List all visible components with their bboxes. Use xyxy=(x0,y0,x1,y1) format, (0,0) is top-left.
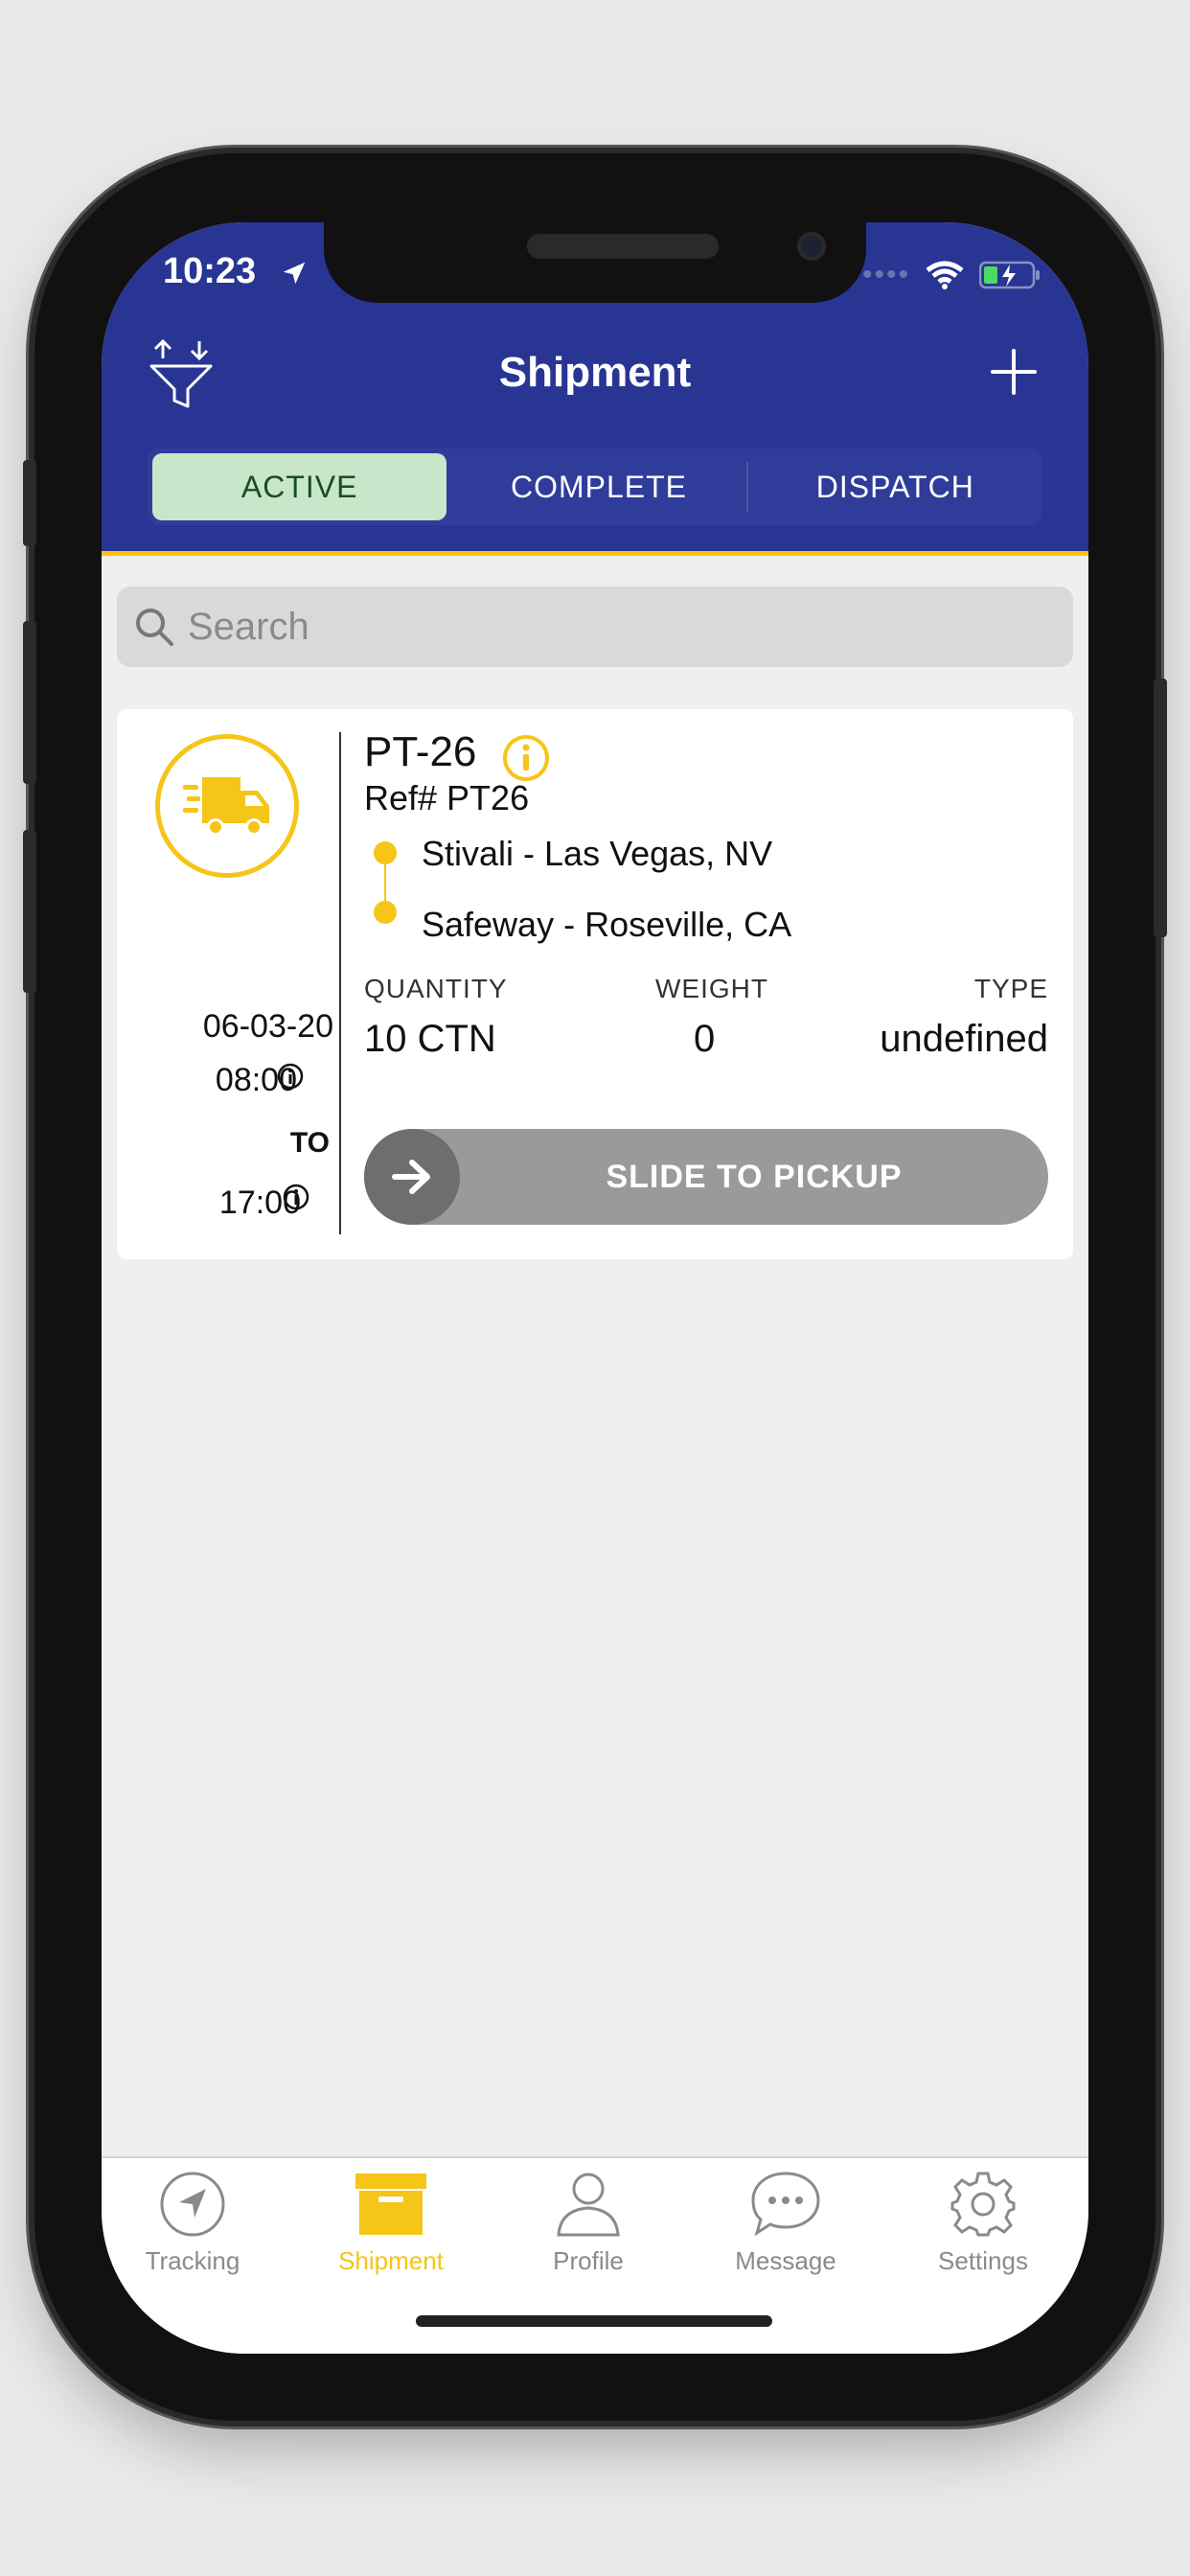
weight-value: 0 xyxy=(694,1018,716,1060)
route-destination: Safeway - Roseville, CA xyxy=(422,905,792,944)
type-label: TYPE xyxy=(973,974,1048,1003)
truck-badge xyxy=(155,734,299,878)
tabbar-message[interactable]: Message xyxy=(699,2166,872,2276)
quantity-label: QUANTITY xyxy=(364,974,508,1003)
side-button-power xyxy=(1154,678,1167,937)
add-shipment-button[interactable] xyxy=(989,347,1039,397)
location-arrow-icon xyxy=(283,262,306,285)
route-destination-dot xyxy=(374,901,397,924)
start-time-info-icon[interactable] xyxy=(276,1062,305,1091)
side-button-volume-down xyxy=(23,830,36,993)
shipment-info-icon[interactable] xyxy=(502,734,550,782)
shipment-id: PT-26 xyxy=(364,728,477,775)
tabbar-tracking[interactable]: Tracking xyxy=(106,2166,279,2276)
page-title: Shipment xyxy=(498,349,692,396)
chat-bubble-icon xyxy=(747,2166,824,2242)
tabbar-shipment-label: Shipment xyxy=(338,2246,444,2275)
tabbar-message-label: Message xyxy=(735,2246,836,2275)
side-button-mute xyxy=(23,460,36,546)
route-connector xyxy=(384,853,386,901)
quantity-value: 10 CTN xyxy=(364,1018,496,1060)
status-time: 10:23 xyxy=(163,251,257,291)
notch-speaker xyxy=(527,234,719,259)
delivery-truck-icon xyxy=(183,777,269,836)
arrow-right-icon xyxy=(392,1160,430,1194)
gear-icon xyxy=(945,2166,1021,2242)
tabbar-tracking-label: Tracking xyxy=(145,2246,240,2275)
weight-label: WEIGHT xyxy=(655,974,768,1003)
status-segmented-control: ACTIVE COMPLETE DISPATCH xyxy=(148,448,1042,525)
shipment-ref: Ref# PT26 xyxy=(364,778,530,817)
app-screen: 10:23 •••• Shipment ACTIVE COMPLETE DISP… xyxy=(102,222,1088,2354)
navigation-arrow-icon xyxy=(154,2166,231,2242)
plus-icon xyxy=(991,349,1037,395)
signal-dots-icon: •••• xyxy=(861,259,910,290)
type-value: undefined xyxy=(880,1018,1048,1060)
shipment-card[interactable]: 06-03-20 08:00 TO 17:00 PT-26 Ref# PT26 … xyxy=(117,709,1073,1259)
tabbar-profile-label: Profile xyxy=(553,2246,624,2275)
search-icon xyxy=(136,609,173,646)
battery-charging-icon xyxy=(979,261,1040,289)
window-to-label: TO xyxy=(289,1127,330,1159)
end-time-info-icon[interactable] xyxy=(282,1183,310,1211)
notch-camera xyxy=(797,232,826,261)
tabbar-settings[interactable]: Settings xyxy=(897,2166,1069,2276)
tabbar-profile[interactable]: Profile xyxy=(502,2166,675,2276)
header-accent-line xyxy=(102,551,1088,556)
tabbar-shipment[interactable]: Shipment xyxy=(305,2166,477,2276)
wifi-icon xyxy=(926,261,964,289)
route-origin: Stivali - Las Vegas, NV xyxy=(422,834,773,873)
pickup-date: 06-03-20 xyxy=(202,1008,333,1045)
slide-handle[interactable] xyxy=(364,1129,460,1225)
slide-label: SLIDE TO PICKUP xyxy=(606,1158,903,1195)
tab-active[interactable]: ACTIVE xyxy=(152,453,447,520)
card-divider xyxy=(339,732,341,1234)
tab-complete[interactable]: COMPLETE xyxy=(451,448,745,525)
home-indicator[interactable] xyxy=(416,2315,772,2327)
search-input[interactable] xyxy=(188,605,1050,649)
slide-to-pickup-control[interactable]: SLIDE TO PICKUP xyxy=(364,1129,1048,1225)
tab-dispatch[interactable]: DISPATCH xyxy=(748,448,1042,525)
tabbar-settings-label: Settings xyxy=(938,2246,1028,2275)
person-icon xyxy=(550,2166,627,2242)
search-bar xyxy=(117,586,1073,667)
side-button-volume-up xyxy=(23,621,36,784)
status-icons: •••• xyxy=(862,259,1041,291)
box-icon xyxy=(353,2166,429,2242)
